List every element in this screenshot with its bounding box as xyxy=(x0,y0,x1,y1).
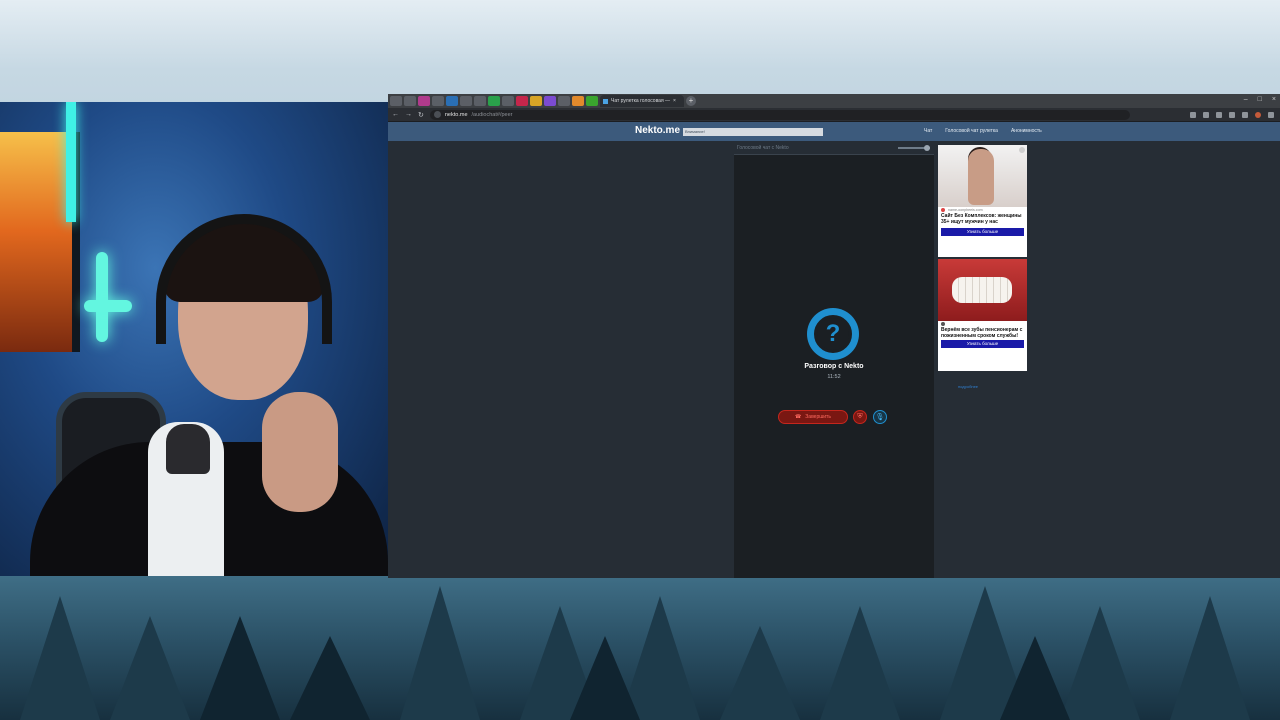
end-call-button[interactable]: ☎ Завершить xyxy=(778,410,848,424)
ad-source-icon xyxy=(941,322,945,326)
pinned-tab-icon[interactable] xyxy=(404,96,416,106)
ad-footer-link[interactable]: подробнее xyxy=(958,384,978,389)
site-header: Nekto.me Внимание! Чат Голосовой чат рул… xyxy=(388,122,1280,141)
microphone-icon: 🎙 xyxy=(875,414,885,421)
pinned-tab-icon[interactable] xyxy=(460,96,472,106)
ad-description xyxy=(938,225,1027,227)
mute-button[interactable]: 🎙 xyxy=(873,410,887,424)
bookmark-star-icon[interactable] xyxy=(1203,111,1209,118)
toolbar-icons xyxy=(1190,111,1280,118)
tab-bar: Чат рулетка голосовая — × + – □ × xyxy=(388,94,1280,108)
minimize-icon[interactable]: – xyxy=(1244,96,1248,103)
chat-header: Голосовой чат с Nekto xyxy=(734,141,934,155)
conversation-title: Разговор с Nekto xyxy=(804,363,864,370)
ad-image[interactable] xyxy=(938,259,1027,321)
install-icon[interactable] xyxy=(1190,111,1196,118)
ad-card[interactable]: Вернём все зубы пенсионерам с пожизненны… xyxy=(938,259,1027,371)
extensions-puzzle-icon[interactable] xyxy=(1229,111,1235,118)
nav-voice-chat[interactable]: Голосовой чат рулетка xyxy=(945,128,998,134)
pinned-tab-icon[interactable] xyxy=(530,96,542,106)
site-nav: Чат Голосовой чат рулетка Анонимность xyxy=(924,128,1042,134)
tab-favicon-icon xyxy=(603,98,608,104)
question-mark-icon: ? xyxy=(814,315,852,353)
site-logo[interactable]: Nekto.me xyxy=(635,125,680,136)
extension-icon[interactable] xyxy=(1216,111,1222,118)
tab-close-icon[interactable]: × xyxy=(673,98,676,104)
pinned-tab-icon[interactable] xyxy=(390,96,402,106)
ad-cta-button[interactable]: Узнать больше xyxy=(941,340,1024,348)
ad-footer: подробнее xyxy=(958,384,978,389)
address-bar: ← → ↻ nekto.me/audiochat#/peer xyxy=(388,108,1280,122)
ad-image[interactable] xyxy=(938,145,1027,207)
pinned-tab-icon[interactable] xyxy=(446,96,458,106)
neon-cross xyxy=(96,252,108,342)
pinned-tab-icon[interactable] xyxy=(502,96,514,106)
partner-avatar: ? xyxy=(807,308,859,360)
voice-chat-panel: ? Разговор с Nekto 11:52 ☎ Завершить ⛨ 🎙 xyxy=(734,155,934,578)
reload-icon[interactable]: ↻ xyxy=(418,111,424,119)
hang-up-icon: ☎ xyxy=(795,414,802,420)
site-banner[interactable]: Внимание! xyxy=(683,128,823,136)
forward-icon[interactable]: → xyxy=(405,111,412,118)
report-button[interactable]: ⛨ xyxy=(853,410,867,424)
maximize-icon[interactable]: □ xyxy=(1258,96,1262,103)
new-tab-icon[interactable]: + xyxy=(686,96,696,106)
profile-avatar-icon[interactable] xyxy=(1255,111,1261,118)
shield-icon: ⛨ xyxy=(857,413,863,420)
chat-title: Голосовой чат с Nekto xyxy=(737,145,789,151)
page-content: Голосовой чат с Nekto ? Разговор с Nekto… xyxy=(388,141,1280,578)
menu-dots-icon[interactable] xyxy=(1268,111,1274,118)
volume-knob[interactable] xyxy=(924,145,930,151)
ad-title[interactable]: Вернём все зубы пенсионерам с пожизненны… xyxy=(938,327,1027,339)
webcam-overlay xyxy=(0,102,388,576)
headset xyxy=(156,214,332,344)
nav-chat[interactable]: Чат xyxy=(924,128,932,134)
volume-slider[interactable] xyxy=(898,145,930,151)
ad-source-icon xyxy=(941,208,945,212)
ad-title[interactable]: Сайт Без Комплексов: женщины 35+ ищут му… xyxy=(938,213,1027,225)
neon-light xyxy=(66,102,76,222)
site-info-icon[interactable] xyxy=(433,111,441,118)
pinned-tab-icon[interactable] xyxy=(432,96,444,106)
forest-background xyxy=(0,576,1280,720)
tab-active[interactable]: Чат рулетка голосовая — × xyxy=(600,95,684,107)
pinned-tab-icon[interactable] xyxy=(558,96,570,106)
tab-title: Чат рулетка голосовая — xyxy=(611,98,671,104)
pinned-tab-icon[interactable] xyxy=(418,96,430,106)
url-path: /audiochat#/peer xyxy=(471,111,513,118)
pinned-tab-icon[interactable] xyxy=(488,96,500,106)
ad-cta-button[interactable]: Узнать больше xyxy=(941,228,1024,236)
pinned-tab-icon[interactable] xyxy=(516,96,528,106)
pinned-tab-icon[interactable] xyxy=(474,96,486,106)
back-icon[interactable]: ← xyxy=(392,111,399,118)
close-window-icon[interactable]: × xyxy=(1272,96,1276,103)
pinned-tab-icon[interactable] xyxy=(544,96,556,106)
pinned-tab-icon[interactable] xyxy=(586,96,598,106)
url-host: nekto.me xyxy=(444,111,468,118)
url-input[interactable]: nekto.me/audiochat#/peer xyxy=(429,109,1130,120)
end-call-label: Завершить xyxy=(805,414,831,420)
streamer-hand xyxy=(262,392,338,512)
ad-card[interactable]: name-oonpheeis.com Сайт Без Комплексов: … xyxy=(938,145,1027,257)
window-controls: – □ × xyxy=(1244,96,1276,103)
call-timer: 11:52 xyxy=(827,374,841,380)
nav-anonymity[interactable]: Анонимность xyxy=(1011,128,1042,134)
browser-window: Чат рулетка голосовая — × + – □ × ← → ↻ … xyxy=(388,94,1280,578)
sidebar-icon[interactable] xyxy=(1242,111,1248,118)
pinned-tab-icon[interactable] xyxy=(572,96,584,106)
ad-info-icon[interactable] xyxy=(1019,147,1025,153)
